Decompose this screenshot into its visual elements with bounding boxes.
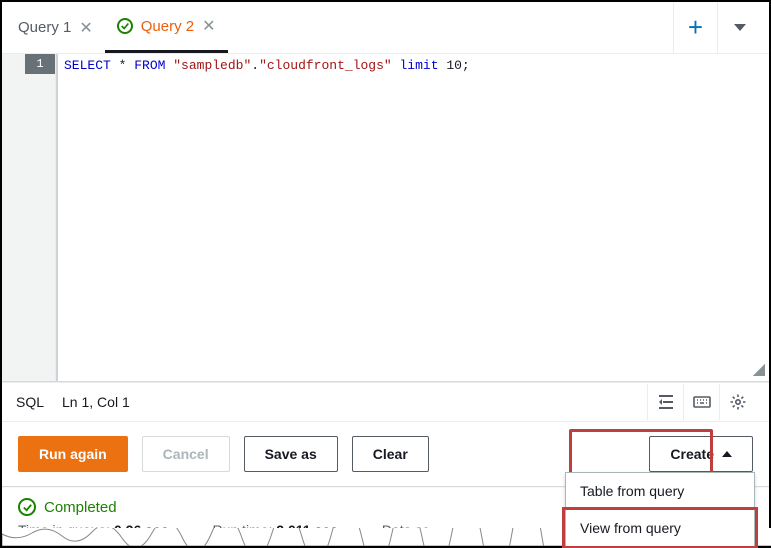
button-label: Save as xyxy=(265,446,317,462)
status-label: Completed xyxy=(44,499,117,516)
tab-label: Query 2 xyxy=(141,18,194,35)
close-icon[interactable]: ✕ xyxy=(202,16,215,36)
sql-editor[interactable]: 1 SELECT * FROM "sampledb"."cloudfront_l… xyxy=(2,54,769,382)
chevron-up-icon xyxy=(722,451,732,457)
string: "cloudfront_logs" xyxy=(259,58,392,73)
tab-label: Query 1 xyxy=(18,19,71,36)
settings-button[interactable] xyxy=(719,384,755,420)
create-button[interactable]: Create xyxy=(649,436,753,472)
cancel-button: Cancel xyxy=(142,436,230,472)
tabs-actions: + xyxy=(673,2,761,53)
run-again-button[interactable]: Run again xyxy=(18,436,128,472)
resize-handle-icon[interactable]: ◢ xyxy=(753,359,765,379)
keyboard-button[interactable] xyxy=(683,384,719,420)
keyboard-icon xyxy=(693,393,711,411)
keyword: limit xyxy=(392,58,447,73)
menu-item-label: Table from query xyxy=(580,483,684,499)
keyword: SELECT xyxy=(64,58,111,73)
token: ; xyxy=(462,58,470,73)
status-left: SQL Ln 1, Col 1 xyxy=(16,394,130,410)
string: "sampledb" xyxy=(173,58,251,73)
format-icon xyxy=(657,393,675,411)
button-label: Clear xyxy=(373,446,408,462)
check-icon xyxy=(18,498,36,516)
menu-view-from-query[interactable]: View from query xyxy=(566,509,754,546)
close-icon[interactable]: ✕ xyxy=(79,18,92,38)
token: * xyxy=(111,58,134,73)
check-icon xyxy=(117,18,133,34)
chevron-down-icon xyxy=(734,24,746,31)
token: . xyxy=(251,58,259,73)
cursor-position: Ln 1, Col 1 xyxy=(62,394,130,410)
status-actions xyxy=(647,384,755,420)
keyword: FROM xyxy=(134,58,165,73)
action-buttons: Run again Cancel Save as Clear Create Ta… xyxy=(2,422,769,487)
tab-menu-button[interactable] xyxy=(717,2,761,53)
line-gutter: 1 xyxy=(2,54,56,381)
format-button[interactable] xyxy=(647,384,683,420)
button-label: Run again xyxy=(39,446,107,462)
menu-table-from-query[interactable]: Table from query xyxy=(566,473,754,509)
save-as-button[interactable]: Save as xyxy=(244,436,338,472)
tab-query-1[interactable]: Query 1 ✕ xyxy=(6,2,105,53)
button-label: Create xyxy=(670,446,714,462)
gear-icon xyxy=(729,393,747,411)
code-area[interactable]: SELECT * FROM "sampledb"."cloudfront_log… xyxy=(56,54,476,381)
tabs-bar: Query 1 ✕ Query 2 ✕ + xyxy=(2,2,769,54)
clear-button[interactable]: Clear xyxy=(352,436,429,472)
tab-query-2[interactable]: Query 2 ✕ xyxy=(105,2,228,53)
plus-icon: + xyxy=(688,12,703,43)
language-label: SQL xyxy=(16,394,44,410)
number: 10 xyxy=(446,58,462,73)
highlight-box xyxy=(562,507,758,548)
new-tab-button[interactable]: + xyxy=(673,2,717,53)
query-editor-panel: Query 1 ✕ Query 2 ✕ + 1 SELECT * FROM "s… xyxy=(0,0,771,548)
create-menu: Table from query View from query xyxy=(565,472,755,547)
line-number: 1 xyxy=(25,54,55,74)
button-label: Cancel xyxy=(163,446,209,462)
editor-status-bar: SQL Ln 1, Col 1 xyxy=(2,382,769,422)
